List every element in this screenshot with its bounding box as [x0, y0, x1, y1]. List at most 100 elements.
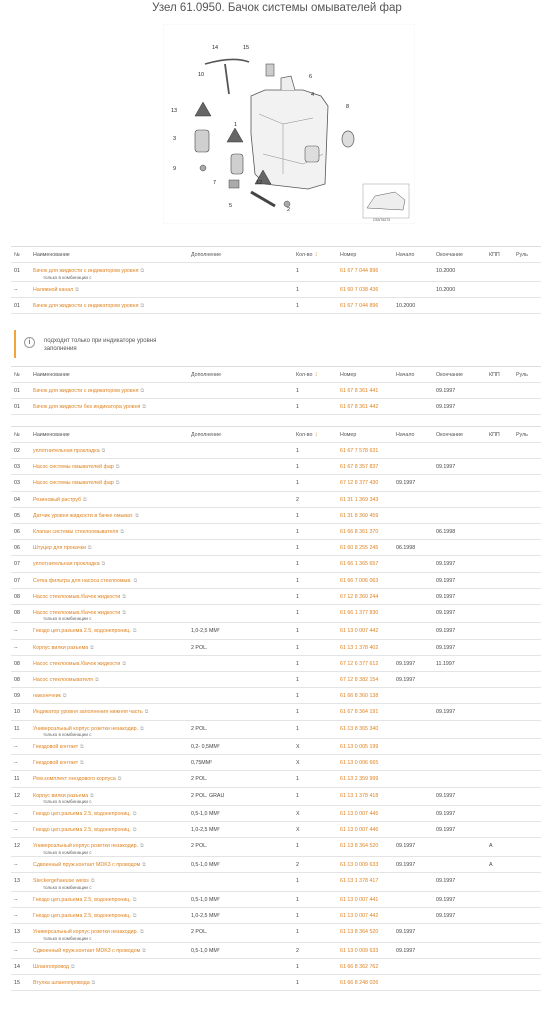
- part-number[interactable]: 61 66 8 248 026: [337, 974, 393, 992]
- part-name[interactable]: Сетка фильтра для насоса стеклоомыв. ⧉: [30, 572, 188, 589]
- table-row[interactable]: -- Гнездо цеп.разъема 2.5, водонепрониц. ⧉…: [11, 622, 541, 640]
- part-name[interactable]: Клапан системы стеклоомывателя ⧉: [30, 523, 188, 541]
- part-number[interactable]: 67 12 8 360 244: [337, 588, 393, 605]
- table-row[interactable]: -- Гнездо цеп.разъема 2.5, водонепрониц. ⧉…: [11, 891, 541, 908]
- part-name[interactable]: Насос стеклоомыв./бачок жидкости ⧉: [30, 588, 188, 605]
- external-link-icon[interactable]: ⧉: [133, 811, 137, 817]
- table-row[interactable]: 01 Бачок для жидкости с индикатором уровн…: [11, 262, 541, 282]
- table-row[interactable]: 03 Насос системы омывателей фар ⧉ 1 61 67 8 …: [11, 458, 541, 476]
- part-name[interactable]: Гнездовой контакт ⧉: [30, 738, 188, 756]
- table-row[interactable]: 01 Бачок для жидкости с индикатором уровн…: [11, 297, 541, 314]
- external-link-icon[interactable]: ⧉: [135, 513, 139, 519]
- part-number[interactable]: 61 67 8 357 837: [337, 458, 393, 476]
- part-name[interactable]: Бачок для жидкости с индикатором уровня ⧉: [30, 297, 188, 314]
- part-number[interactable]: 61 13 0 005 199: [337, 738, 393, 756]
- part-number[interactable]: 61 13 2 359 999: [337, 770, 393, 788]
- table-row[interactable]: 06 Штуцер для прокачки ⧉ 1 61 60 8 255 245 06…: [11, 539, 541, 557]
- external-link-icon[interactable]: ⧉: [80, 760, 84, 766]
- external-link-icon[interactable]: ⧉: [102, 448, 106, 454]
- external-link-icon[interactable]: ⧉: [80, 744, 84, 750]
- table-row[interactable]: 07 уплотнительная прокладка ⧉ 1 61 66 1 365 …: [11, 555, 541, 573]
- table-row[interactable]: 11 Рем.комплект гнездового корпуса ⧉ 2 POL.…: [11, 770, 541, 788]
- part-name[interactable]: Штуцер для прокачки ⧉: [30, 539, 188, 557]
- part-name[interactable]: уплотнительная прокладка ⧉: [30, 555, 188, 573]
- part-number[interactable]: 67 12 8 382 154: [337, 671, 393, 689]
- table-row[interactable]: -- Корпус вилки разъема ⧉ 2 POL. 1 61 13 1 37…: [11, 639, 541, 656]
- table-row[interactable]: -- Сдвоенный пруж.контакт MDK3 с проводом…: [11, 942, 541, 959]
- part-name[interactable]: Шлангопровод ⧉: [30, 958, 188, 975]
- external-link-icon[interactable]: ⧉: [133, 628, 137, 634]
- table-row[interactable]: 03 Насос системы омывателей фар ⧉ 1 67 12 8 …: [11, 474, 541, 492]
- external-link-icon[interactable]: ⧉: [140, 929, 144, 935]
- part-name[interactable]: Steckergehaeuse weiss ⧉ только в комбинаци…: [30, 872, 188, 892]
- external-link-icon[interactable]: ⧉: [102, 561, 106, 567]
- table-row[interactable]: 04 Резиновый раструб ⧉ 2 61 31 1 369 343: [11, 491, 541, 508]
- table-row[interactable]: -- Гнездо цеп.разъема 2.5, водонепрониц. ⧉…: [11, 805, 541, 823]
- column-header-part-qty[interactable]: Кол-во ↕: [293, 426, 337, 443]
- external-link-icon[interactable]: ⧉: [116, 480, 120, 486]
- external-link-icon[interactable]: ⧉: [90, 793, 94, 799]
- table-row[interactable]: 02 уплотнительная прокладка ⧉ 1 61 67 7 578 …: [11, 442, 541, 460]
- table-row[interactable]: 06 Клапан системы стеклоомывателя ⧉ 1 61 66 …: [11, 523, 541, 541]
- part-name[interactable]: Рем.комплект гнездового корпуса ⧉: [30, 770, 188, 788]
- external-link-icon[interactable]: ⧉: [90, 645, 94, 651]
- external-link-icon[interactable]: ⧉: [83, 497, 87, 503]
- table-row[interactable]: -- Гнездовой контакт ⧉ 0,75MM² X 61 13 0 006 …: [11, 754, 541, 772]
- part-name[interactable]: Насос системы омывателей фар ⧉: [30, 474, 188, 492]
- part-name[interactable]: Сдвоенный пруж.контакт MDK3 с проводом ⧉: [30, 942, 188, 959]
- table-row[interactable]: 14 Шлангопровод ⧉ 1 61 66 8 362 762: [11, 958, 541, 975]
- part-number[interactable]: 61 60 7 038 436: [337, 281, 393, 298]
- table-row[interactable]: 12 Универсальный корпус розетки незакодир…: [11, 837, 541, 857]
- part-number[interactable]: 61 13 8 364 520: [337, 923, 393, 943]
- table-row[interactable]: 05 Датчик уровня жидкости в бачке омыват.…: [11, 507, 541, 524]
- table-row[interactable]: -- Гнездовой контакт ⧉ 0,2- 0,5MM² X 61 13 0 …: [11, 738, 541, 756]
- external-link-icon[interactable]: ⧉: [140, 843, 144, 849]
- part-number[interactable]: 61 13 0 009 633: [337, 856, 393, 874]
- column-header-part-qty[interactable]: Кол-во ↕: [293, 246, 337, 263]
- part-name[interactable]: Индикатор уровня заполнения нижняя часть…: [30, 703, 188, 721]
- part-number[interactable]: 61 13 0 007 441: [337, 891, 393, 908]
- external-link-icon[interactable]: ⧉: [122, 610, 126, 616]
- external-link-icon[interactable]: ⧉: [95, 677, 99, 683]
- external-link-icon[interactable]: ⧉: [140, 388, 144, 394]
- external-link-icon[interactable]: ⧉: [88, 545, 92, 551]
- part-name[interactable]: наконечник ⧉: [30, 687, 188, 705]
- external-link-icon[interactable]: ⧉: [75, 287, 79, 293]
- part-name[interactable]: Резиновый раструб ⧉: [30, 491, 188, 508]
- part-number[interactable]: 61 13 1 378 417: [337, 872, 393, 892]
- table-row[interactable]: -- Сдвоенный пруж.контакт MDK3 с проводом…: [11, 856, 541, 874]
- part-name[interactable]: Гнездо цеп.разъема 2.5, водонепрониц. ⧉: [30, 622, 188, 640]
- external-link-icon[interactable]: ⧉: [140, 268, 144, 274]
- part-number[interactable]: 61 13 1 378 418: [337, 787, 393, 807]
- external-link-icon[interactable]: ⧉: [133, 827, 137, 833]
- table-row[interactable]: 12 Корпус вилки разъема ⧉ только в комбинац…: [11, 787, 541, 807]
- part-name[interactable]: Насос стеклоомыв./бачок жидкости ⧉ только …: [30, 604, 188, 624]
- part-name[interactable]: Сдвоенный пруж.контакт MDK3 с проводом ⧉: [30, 856, 188, 874]
- table-row[interactable]: 11 Универсальный корпус розетки незакодир…: [11, 720, 541, 739]
- table-row[interactable]: 01 Бачок для жидкости с индикатором уровн…: [11, 382, 541, 400]
- external-link-icon[interactable]: ⧉: [142, 404, 146, 410]
- external-link-icon[interactable]: ⧉: [63, 693, 67, 699]
- table-row[interactable]: 08 Насос стеклоомыв./бачок жидкости ⧉ тольк…: [11, 604, 541, 624]
- table-row[interactable]: 10 Индикатор уровня заполнения нижняя час…: [11, 703, 541, 721]
- table-row[interactable]: -- Наливной канал ⧉ 1 61 60 7 038 436 10.2000: [11, 281, 541, 298]
- external-link-icon[interactable]: ⧉: [134, 578, 138, 584]
- part-number[interactable]: 67 12 6 377 612: [337, 655, 393, 672]
- external-link-icon[interactable]: ⧉: [122, 594, 126, 600]
- part-name[interactable]: Гнездовой контакт ⧉: [30, 754, 188, 772]
- part-number[interactable]: 61 66 8 362 762: [337, 958, 393, 975]
- part-number[interactable]: 61 66 7 006 063: [337, 572, 393, 589]
- part-number[interactable]: 61 66 8 360 138: [337, 687, 393, 705]
- external-link-icon[interactable]: ⧉: [91, 878, 95, 884]
- part-number[interactable]: 67 12 8 377 430: [337, 474, 393, 492]
- external-link-icon[interactable]: ⧉: [140, 726, 144, 732]
- part-number[interactable]: 61 13 0 006 665: [337, 754, 393, 772]
- part-number[interactable]: 61 31 1 369 343: [337, 491, 393, 508]
- part-name[interactable]: уплотнительная прокладка ⧉: [30, 442, 188, 460]
- external-link-icon[interactable]: ⧉: [140, 303, 144, 309]
- table-row[interactable]: 15 Втулка шлангопровода ⧉ 1 61 66 8 248 026: [11, 974, 541, 992]
- part-number[interactable]: 61 67 7 044 896: [337, 297, 393, 314]
- external-link-icon[interactable]: ⧉: [133, 913, 137, 919]
- part-number[interactable]: 61 13 1 378 402: [337, 639, 393, 656]
- part-number[interactable]: 61 13 8 364 520: [337, 837, 393, 857]
